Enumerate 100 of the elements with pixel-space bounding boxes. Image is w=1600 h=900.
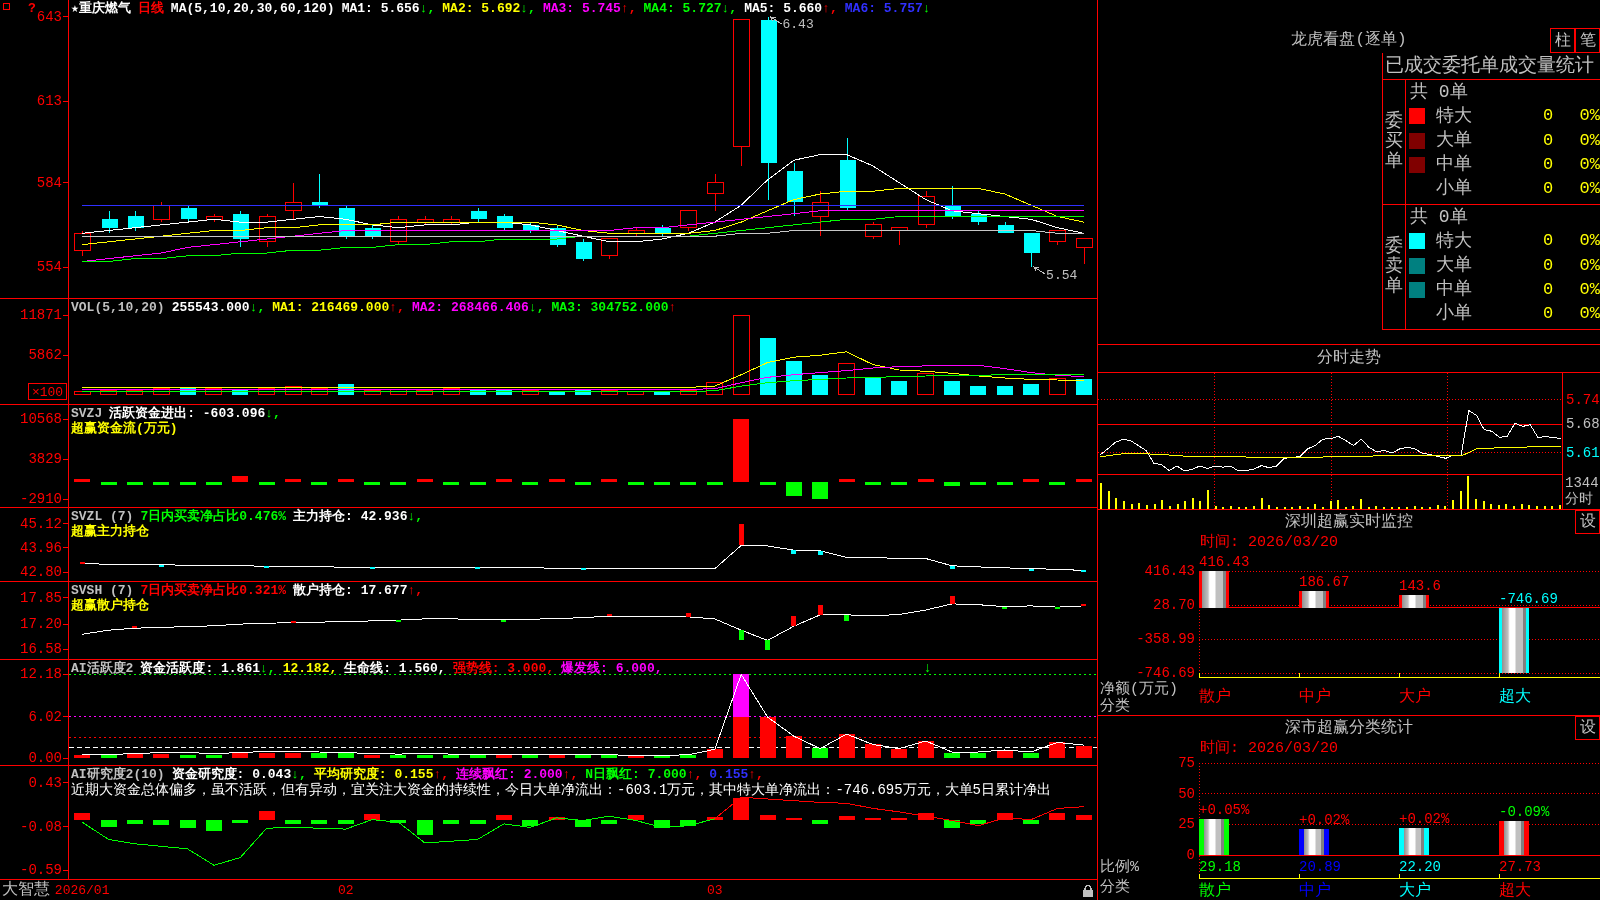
axis-tick-label: 5.68 (1566, 416, 1600, 432)
volume-bar (521, 389, 539, 396)
activity-bar (443, 755, 460, 759)
activity-bar (785, 736, 802, 759)
volume-bar (679, 389, 697, 396)
trend-arrow: ↑ (668, 300, 677, 315)
volume-bar (759, 337, 776, 395)
candlestick (575, 238, 592, 262)
flow-bar (838, 478, 855, 482)
activity-bar (1023, 752, 1040, 759)
legend-text: AI研究度2(10) (71, 767, 165, 782)
indicator-subtitle: 超赢主力持仓 (71, 524, 149, 539)
research-bar (258, 811, 275, 820)
research-bar (996, 812, 1013, 820)
change-mark (132, 626, 138, 629)
order-count: 0 (1543, 107, 1554, 126)
axis-tick-label: -2910 (20, 491, 62, 507)
share-bar (1199, 819, 1229, 855)
category-label: 散户 (1199, 882, 1231, 900)
order-percent: 0% (1579, 305, 1600, 323)
volume-bar (337, 384, 354, 395)
row-label: 中单 (1436, 155, 1473, 175)
change-label: -0.09% (1499, 804, 1550, 820)
flow-bar (232, 475, 249, 482)
axis-tick-label: 5.74 (1566, 391, 1600, 408)
research-bar (627, 815, 644, 820)
volume-bar (205, 387, 223, 396)
flow-bar (733, 419, 750, 482)
date-axis-label: 02 (337, 882, 354, 898)
activity-bar (970, 752, 987, 759)
volume-bar (258, 388, 276, 396)
axis-title: 比例% (1100, 858, 1139, 876)
volume-bar (996, 386, 1013, 395)
change-mark (738, 630, 744, 641)
volume-bar (812, 375, 829, 395)
research-bar (1075, 815, 1092, 820)
legend-text: 平均研究度: 0.155 (313, 767, 434, 782)
research-bar (126, 819, 143, 824)
flow-bar (996, 481, 1013, 485)
volume-bar (442, 387, 460, 396)
order-count: 0 (1543, 305, 1554, 323)
flow-bar (785, 481, 802, 497)
candlestick (496, 213, 513, 232)
flow-bar (74, 478, 91, 482)
analysis-text: 近期大资金总体偏多，虽不活跃，但有异动，宜关注大资金的持续性，今日大单净流出：-603.1万元，其中特大单净流出：-746.695万元，大单5日累计净出 (71, 782, 1052, 799)
axis-tick-label: 17.20 (20, 616, 62, 633)
flow-bar (891, 481, 908, 486)
axis-tick-label: 5.61 (1566, 444, 1600, 461)
view-toggle-button[interactable]: 笔 (1575, 28, 1600, 53)
activity-bar (575, 755, 591, 759)
legend-text: ★重庆燃气 (71, 1, 131, 16)
change-mark (396, 620, 401, 623)
axis-tick-label: 12.18 (20, 666, 62, 683)
net-flow-bar (1499, 607, 1529, 673)
square-icon (3, 3, 10, 10)
legend-text: 强势线: 3.000, (452, 661, 555, 676)
research-bar (654, 819, 671, 829)
settings-button[interactable]: 设 (1575, 510, 1600, 534)
flow-bar (944, 481, 961, 486)
axis-tick-label: 5862 (28, 347, 62, 364)
activity-bar (1075, 745, 1092, 759)
flow-bar (1049, 481, 1066, 485)
help-mark[interactable]: ? (28, 0, 36, 16)
trend-arrow: ↑, (686, 767, 703, 782)
category-label: 大户 (1399, 688, 1431, 706)
flow-bar (469, 481, 486, 485)
activity-bar (522, 755, 539, 759)
volume-bar (548, 390, 565, 395)
change-mark (791, 550, 797, 554)
volume-bar (575, 390, 591, 395)
research-bar (812, 819, 829, 824)
candlestick (311, 173, 328, 209)
view-toggle-button[interactable]: 柱 (1550, 28, 1575, 53)
row-label: 大单 (1436, 131, 1473, 150)
flow-bar (1023, 478, 1040, 482)
candlestick (470, 207, 487, 223)
legend-text: AI活跃度2 (71, 661, 134, 676)
activity-bar (917, 741, 934, 759)
axis-tick-label: 28.70 (1153, 597, 1195, 613)
legend-text: SVZJ (71, 406, 103, 421)
research-bar (838, 816, 855, 820)
order-count: 0 (1543, 280, 1554, 299)
legend-text: 资金活跃度: 1.861 (140, 661, 260, 676)
volume-bar (100, 389, 118, 396)
research-bar (785, 817, 802, 820)
change-label: +0.02% (1399, 810, 1450, 827)
value-label: 20.89 (1299, 859, 1341, 875)
axis-tick-label: 75 (1178, 757, 1195, 771)
settings-button[interactable]: 设 (1575, 716, 1600, 740)
activity-bar (74, 754, 91, 759)
axis-tick-label: 0.43 (28, 774, 62, 791)
volume-bar (864, 376, 881, 395)
candlestick (865, 221, 882, 240)
legend-text: MA4: 5.727 (643, 1, 722, 16)
axis-tick-label: -746.69 (1136, 665, 1195, 681)
value-label: -746.69 (1499, 590, 1558, 607)
candlestick (101, 210, 118, 234)
activity-bar (126, 754, 143, 759)
candlestick (285, 182, 302, 220)
change-mark (817, 604, 823, 615)
